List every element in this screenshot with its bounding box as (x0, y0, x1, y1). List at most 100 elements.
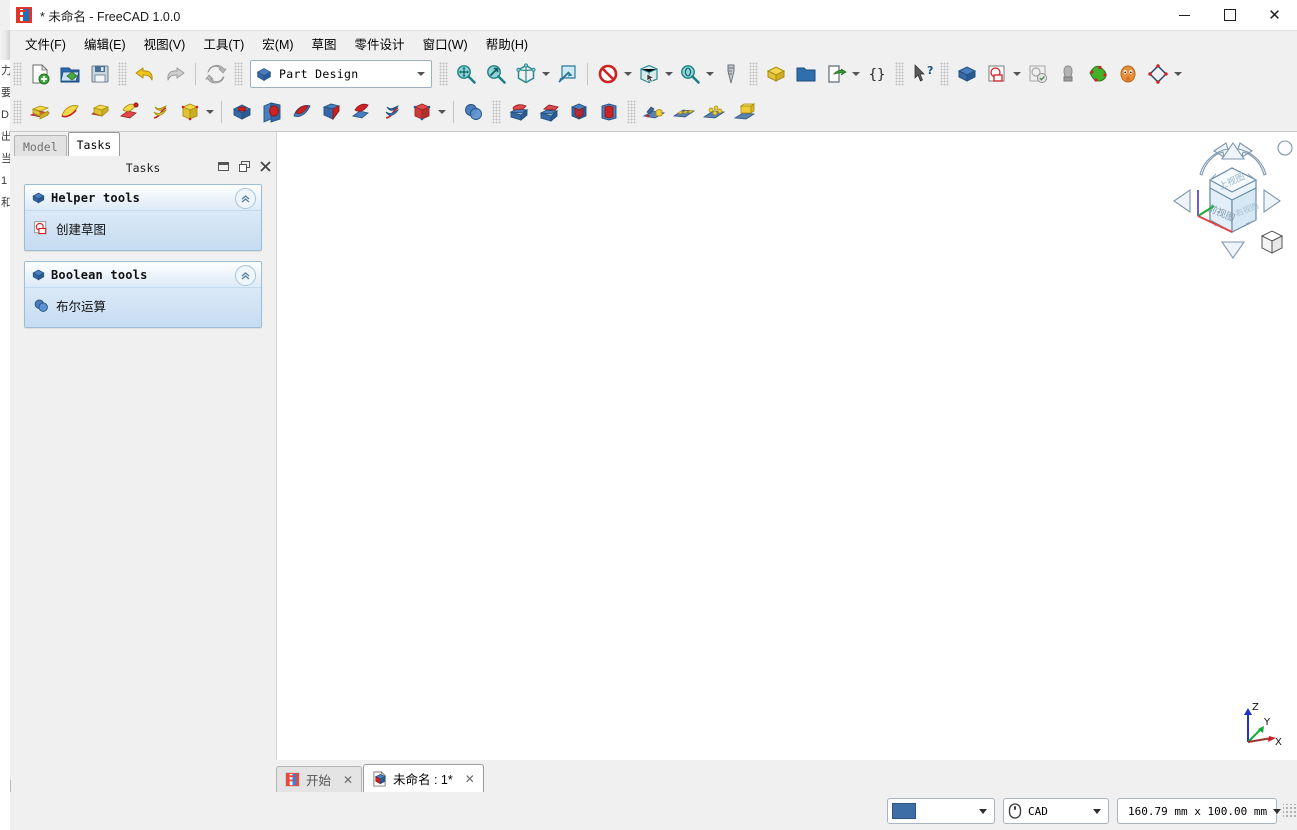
create-body-icon[interactable] (952, 59, 982, 89)
menu-tools[interactable]: 工具(T) (194, 31, 253, 56)
chevron-down-icon[interactable] (706, 72, 714, 76)
create-sketch-icon[interactable] (982, 59, 1012, 89)
workbench-selector[interactable]: Part Design (250, 60, 432, 88)
additive-primitive-icon[interactable] (175, 97, 205, 127)
toolbar-grip[interactable] (749, 62, 758, 86)
validate-sketch-icon[interactable] (1083, 59, 1113, 89)
edit-sketch-icon[interactable] (1023, 59, 1053, 89)
draft-icon[interactable] (564, 97, 594, 127)
pocket-icon[interactable] (227, 97, 257, 127)
toolbar-grip[interactable] (439, 62, 448, 86)
document-tab-start[interactable]: 开始 ✕ (276, 766, 363, 792)
fillet-icon[interactable] (504, 97, 534, 127)
undo-icon[interactable] (130, 59, 160, 89)
whats-this-icon[interactable]: ? (907, 59, 937, 89)
toolbar-grip[interactable] (118, 62, 127, 86)
chevron-down-icon[interactable] (542, 72, 550, 76)
chamfer-icon[interactable] (534, 97, 564, 127)
fit-selection-icon[interactable] (481, 59, 511, 89)
open-document-icon[interactable] (55, 59, 85, 89)
linear-pattern-icon[interactable] (669, 97, 699, 127)
chevron-up-icon[interactable] (235, 265, 256, 286)
panel-minimize-icon[interactable] (217, 160, 230, 173)
hole-icon[interactable] (257, 97, 287, 127)
close-button[interactable]: ✕ (1252, 0, 1297, 30)
thickness-icon[interactable] (594, 97, 624, 127)
refresh-icon[interactable] (201, 59, 231, 89)
toolbar-grip[interactable] (234, 62, 243, 86)
menu-help[interactable]: 帮助(H) (477, 31, 537, 56)
menu-part-design[interactable]: 零件设计 (346, 31, 414, 56)
chevron-down-icon[interactable] (852, 72, 860, 76)
chevron-down-icon[interactable] (1174, 72, 1182, 76)
groove-icon[interactable] (287, 97, 317, 127)
resize-grip-icon[interactable] (1283, 804, 1297, 818)
dock-tab-tasks[interactable]: Tasks (67, 132, 121, 156)
menu-macro[interactable]: 宏(M) (253, 31, 302, 56)
additive-pipe-icon[interactable] (115, 97, 145, 127)
minimize-button[interactable] (1162, 0, 1207, 30)
mirror-sketch-icon[interactable] (1113, 59, 1143, 89)
save-document-icon[interactable] (85, 59, 115, 89)
multi-transform-icon[interactable] (729, 97, 759, 127)
fit-all-icon[interactable] (451, 59, 481, 89)
dimension-indicator[interactable]: 160.79 mm x 100.00 mm (1117, 798, 1282, 824)
create-part-icon[interactable] (761, 59, 791, 89)
zoom-region-icon[interactable] (675, 59, 705, 89)
panel-close-icon[interactable] (259, 160, 272, 173)
align-to-view-icon[interactable] (552, 59, 582, 89)
chevron-down-icon[interactable] (979, 808, 987, 814)
axonometric-view-icon[interactable] (511, 59, 541, 89)
menu-sketch[interactable]: 草图 (303, 31, 346, 56)
toolbar-grip[interactable] (895, 62, 904, 86)
chevron-down-icon[interactable] (1013, 72, 1021, 76)
expression-icon[interactable]: {} (862, 59, 892, 89)
chevron-down-icon[interactable] (1273, 808, 1282, 814)
subtractive-helix-icon[interactable] (377, 97, 407, 127)
task-group-header[interactable]: Boolean tools (25, 262, 261, 288)
task-item-create-sketch[interactable]: 创建草图 (25, 215, 261, 242)
box-selection-icon[interactable] (634, 59, 664, 89)
maximize-button[interactable] (1207, 0, 1252, 30)
chevron-down-icon[interactable] (417, 72, 425, 76)
redo-icon[interactable] (160, 59, 190, 89)
close-icon[interactable]: ✕ (463, 772, 477, 786)
toolbar-grip[interactable] (13, 62, 22, 86)
subtractive-loft-icon[interactable] (317, 97, 347, 127)
revolution-icon[interactable] (55, 97, 85, 127)
background-color-selector[interactable] (887, 798, 995, 824)
background-window-sliver[interactable]: 力 要 D 出 当 1 和 (0, 30, 11, 830)
menu-edit[interactable]: 编辑(E) (75, 31, 135, 56)
link-object-icon[interactable] (821, 59, 851, 89)
measure-icon[interactable] (716, 59, 746, 89)
polar-pattern-icon[interactable] (699, 97, 729, 127)
new-document-icon[interactable] (25, 59, 55, 89)
dock-tab-model[interactable]: Model (14, 135, 67, 156)
mirrored-icon[interactable] (639, 97, 669, 127)
document-tab-untitled[interactable]: 未命名 : 1* ✕ (363, 764, 484, 792)
additive-helix-icon[interactable] (145, 97, 175, 127)
chevron-up-icon[interactable] (235, 188, 256, 209)
menu-window[interactable]: 窗口(W) (414, 31, 477, 56)
toolbar-grip[interactable] (13, 100, 22, 124)
map-sketch-icon[interactable] (1053, 59, 1083, 89)
3d-viewport[interactable]: 上视图 前视图 右视图 Z Y X (276, 132, 1297, 761)
task-item-boolean-operation[interactable]: 布尔运算 (25, 292, 261, 319)
toolbar-grip[interactable] (940, 62, 949, 86)
close-icon[interactable]: ✕ (341, 773, 355, 787)
additive-loft-icon[interactable] (85, 97, 115, 127)
chevron-down-icon[interactable] (665, 72, 673, 76)
toolbar-grip[interactable] (627, 100, 636, 124)
draw-style-icon[interactable] (593, 59, 623, 89)
create-group-icon[interactable] (791, 59, 821, 89)
pad-icon[interactable] (25, 97, 55, 127)
chevron-down-icon[interactable] (206, 110, 214, 114)
chevron-down-icon[interactable] (624, 72, 632, 76)
boolean-operation-icon[interactable] (459, 97, 489, 127)
subtractive-primitive-icon[interactable] (407, 97, 437, 127)
task-group-header[interactable]: Helper tools (25, 185, 261, 211)
menu-view[interactable]: 视图(V) (135, 31, 195, 56)
navigation-style-selector[interactable]: CAD (1003, 798, 1109, 824)
chevron-down-icon[interactable] (438, 110, 446, 114)
menu-file[interactable]: 文件(F) (16, 31, 75, 56)
